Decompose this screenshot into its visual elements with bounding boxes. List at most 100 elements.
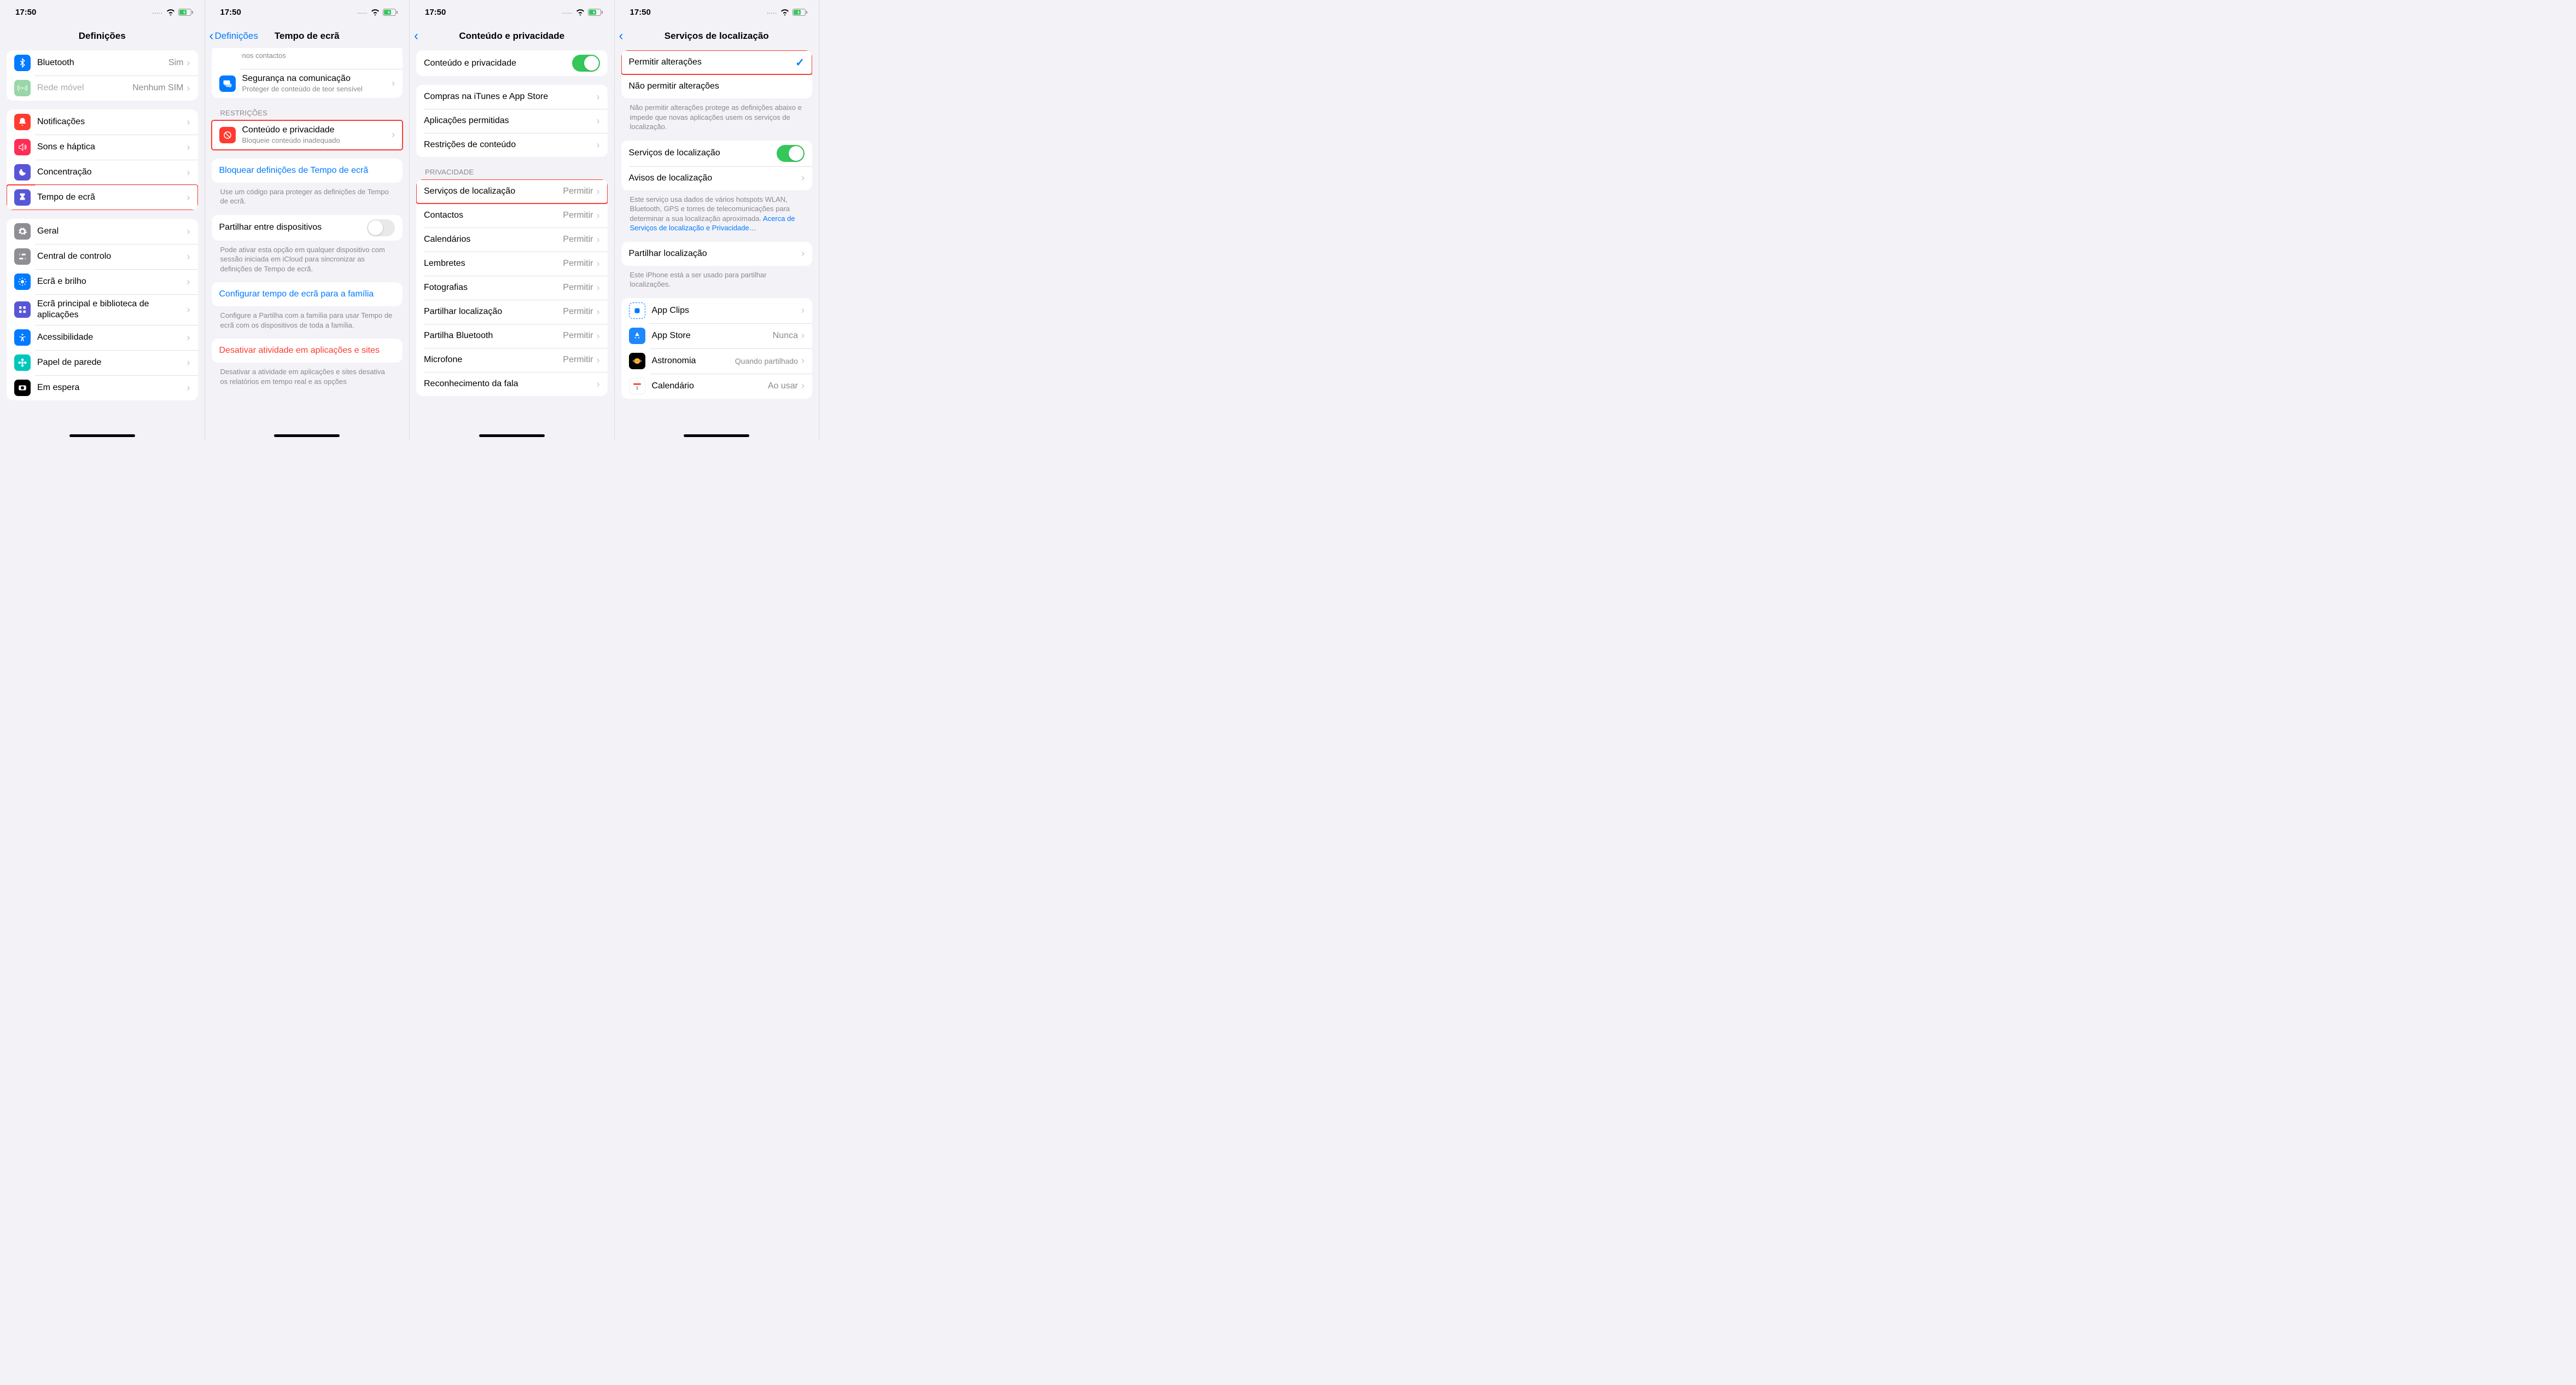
row-value: Sim [168,58,184,68]
calendar-icon: 1 [629,378,645,394]
chevron-right-icon: › [597,139,600,151]
row-astronomy[interactable]: Astronomia Quando partilhado› [621,348,813,374]
home-indicator[interactable] [479,434,545,437]
row-speech-recognition[interactable]: Reconhecimento da fala › [416,372,608,396]
row-label: Lembretes [424,258,563,269]
sun-icon [14,273,31,290]
row-photos[interactable]: Fotografias Permitir› [416,276,608,300]
row-microphone[interactable]: Microfone Permitir› [416,348,608,372]
settings-list: Conteúdo e privacidade Compras na iTunes… [410,48,614,440]
row-label: Contactos [424,210,563,221]
hourglass-icon [14,189,31,206]
speaker-icon [14,139,31,155]
row-family-setup[interactable]: Configurar tempo de ecrã para a família [212,282,403,306]
row-calendar-app[interactable]: 1 Calendário Ao usar› [621,374,813,399]
row-sounds[interactable]: Sons e háptica › [7,135,198,160]
row-share-location[interactable]: Partilhar localização Permitir› [416,300,608,324]
row-label: Calendário [652,381,768,392]
row-label: Compras na iTunes e App Store [424,91,597,102]
accessibility-icon [14,329,31,346]
astronomy-icon [629,353,645,369]
chevron-right-icon: › [187,83,190,94]
row-sub: Proteger de conteúdo de teor sensível [242,85,392,94]
row-notifications[interactable]: Notificações › [7,109,198,135]
row-label: Microfone [424,354,563,365]
page-title: Tempo de ecrã [275,31,340,42]
row-mobile-data[interactable]: Rede móvel Nenhum SIM› [7,75,198,101]
chevron-right-icon: › [392,129,395,141]
row-label: Astronomia [652,356,735,366]
row-allowed-apps[interactable]: Aplicações permitidas › [416,109,608,133]
chevron-right-icon: › [801,172,805,184]
row-partial[interactable]: nos contactos [212,48,403,69]
row-disable-activity[interactable]: Desativar atividade em aplicações e site… [212,339,403,363]
chevron-right-icon: › [187,167,190,178]
row-accessibility[interactable]: Acessibilidade › [7,325,198,350]
row-comm-safety[interactable]: Segurança na comunicação Proteger de con… [212,69,403,98]
row-app-clips[interactable]: App Clips › [621,298,813,323]
chevron-right-icon: › [597,379,600,390]
row-lock-settings[interactable]: Bloquear definições de Tempo de ecrã [212,159,403,183]
row-home-screen[interactable]: Ecrã principal e biblioteca de aplicaçõe… [7,294,198,325]
wifi-icon [166,9,175,15]
row-share-my-location[interactable]: Partilhar localização › [621,242,813,266]
row-label: Em espera [37,382,187,393]
row-content-restrictions[interactable]: Restrições de conteúdo › [416,133,608,157]
row-label: Acessibilidade [37,332,187,343]
bell-icon [14,114,31,130]
battery-charging-icon [178,9,194,16]
row-bluetooth[interactable]: Bluetooth Sim› [7,50,198,75]
row-content-privacy[interactable]: Conteúdo e privacidade Bloqueie conteúdo… [212,120,403,149]
row-sub: nos contactos [242,51,395,60]
row-itunes[interactable]: Compras na iTunes e App Store › [416,85,608,109]
chevron-left-icon: ‹ [414,30,418,43]
share-toggle[interactable] [367,219,395,236]
row-calendars[interactable]: Calendários Permitir› [416,228,608,252]
row-label: Partilha Bluetooth [424,330,563,341]
row-app-store[interactable]: App Store Nunca› [621,323,813,348]
home-indicator[interactable] [684,434,749,437]
row-wallpaper[interactable]: Papel de parede › [7,350,198,375]
row-deny-changes[interactable]: Não permitir alterações [621,74,813,98]
back-button[interactable]: ‹ [619,30,623,43]
back-button[interactable]: ‹ [414,30,418,43]
row-label: Aplicações permitidas [424,115,597,126]
row-label: Fotografias [424,282,563,293]
back-button[interactable]: ‹ Definições [209,30,258,43]
back-label: Definições [215,31,258,42]
row-reminders[interactable]: Lembretes Permitir› [416,252,608,276]
row-contacts[interactable]: Contactos Permitir› [416,203,608,228]
home-indicator[interactable] [274,434,340,437]
row-loc-services-toggle[interactable]: Serviços de localização [621,141,813,166]
loc-toggle[interactable] [777,145,805,162]
app-store-icon [629,328,645,344]
row-content-privacy-toggle[interactable]: Conteúdo e privacidade [416,50,608,76]
row-display[interactable]: Ecrã e brilho › [7,269,198,294]
row-general[interactable]: Geral › [7,219,198,244]
row-label: Partilhar localização [424,306,563,317]
row-standby[interactable]: Em espera › [7,375,198,400]
status-bar: 17:50 ..... [410,0,614,24]
home-indicator[interactable] [69,434,135,437]
chevron-right-icon: › [597,91,600,103]
row-label: Partilhar entre dispositivos [219,222,368,233]
chevron-right-icon: › [187,382,190,394]
row-label: Conteúdo e privacidade [242,125,392,136]
page-title: Conteúdo e privacidade [459,31,564,42]
content-privacy-toggle[interactable] [572,55,600,72]
row-share-devices[interactable]: Partilhar entre dispositivos [212,215,403,241]
row-screen-time[interactable]: Tempo de ecrã › [7,185,198,210]
row-allow-changes[interactable]: Permitir alterações ✓ [621,50,813,74]
nav-bar: ‹ Conteúdo e privacidade [410,24,614,48]
footer-lock: Use um código para proteger as definiçõe… [212,183,403,206]
row-label: Avisos de localização [629,173,802,184]
chevron-right-icon: › [187,226,190,237]
row-loc-alerts[interactable]: Avisos de localização › [621,166,813,190]
row-control-center[interactable]: Central de controlo › [7,244,198,269]
clock-icon [14,380,31,396]
row-location-services[interactable]: Serviços de localização Permitir› [416,179,608,203]
row-bluetooth-share[interactable]: Partilha Bluetooth Permitir› [416,324,608,348]
chevron-right-icon: › [187,192,190,203]
svg-text:1: 1 [636,385,638,390]
row-focus[interactable]: Concentração › [7,160,198,185]
